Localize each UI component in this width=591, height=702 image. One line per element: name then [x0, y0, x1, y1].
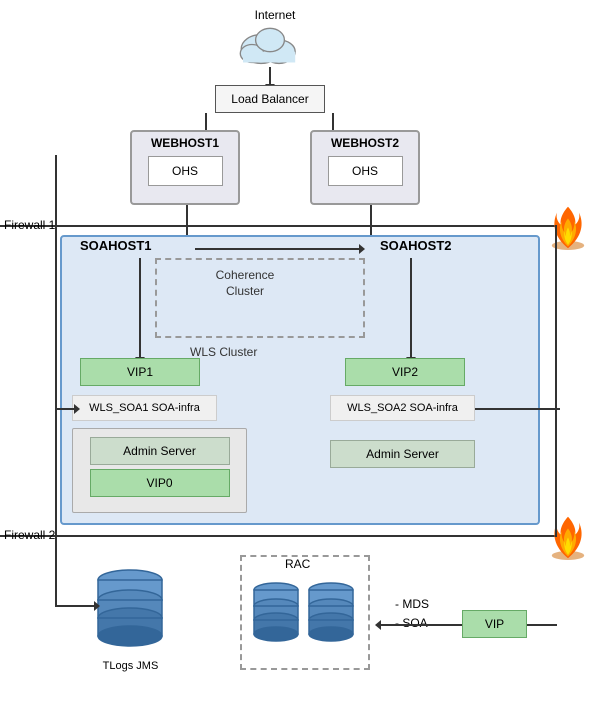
arrow-cloud-lb: [269, 67, 271, 85]
architecture-diagram: Internet Load Balancer WEBHOST1 OHS WEBH…: [0, 0, 591, 702]
rac-label: RAC: [285, 557, 310, 571]
line-left-wls-soa1: [55, 408, 75, 410]
line-left-tlogs-h: [55, 605, 95, 607]
right-border-line: [555, 225, 557, 537]
vip0-box: VIP0: [90, 469, 230, 497]
vip2-label: VIP2: [392, 365, 418, 379]
firewall2-label: Firewall 2: [4, 528, 55, 542]
admin-area-left: Admin Server VIP0: [72, 428, 247, 513]
ohs1-label: OHS: [172, 164, 198, 178]
webhost1-title: WEBHOST1: [132, 132, 238, 152]
ohs2-box: OHS: [328, 156, 403, 186]
firewall2-icon: [548, 515, 588, 560]
firewall2-line: [0, 535, 555, 537]
webhost2-title: WEBHOST2: [312, 132, 418, 152]
mds-label: - MDS: [395, 595, 429, 614]
wls-soa1-label: WLS_SOA1 SOA-infra: [89, 402, 200, 414]
webhost2-box: WEBHOST2 OHS: [310, 130, 420, 205]
cloud-icon: [230, 22, 310, 67]
firewall1-icon: [548, 205, 588, 250]
arrow-soa1-soa2: [195, 248, 360, 250]
vip1-label: VIP1: [127, 365, 153, 379]
ohs1-box: OHS: [148, 156, 223, 186]
line-left-tlogs-v: [55, 515, 57, 605]
line-right-vip: [527, 624, 557, 626]
tlogs-db-icon: [90, 565, 170, 655]
vip2-box: VIP2: [345, 358, 465, 386]
admin-server-right-label: Admin Server: [366, 447, 439, 461]
load-balancer-box: Load Balancer: [215, 85, 325, 113]
rac-db-icon: [246, 572, 366, 662]
firewall1-label: Firewall 1: [4, 218, 55, 232]
internet-label: Internet: [240, 8, 310, 22]
coherence-cluster-label: Coherence Cluster: [195, 268, 295, 299]
soahost2-label: SOAHOST2: [380, 238, 452, 253]
vip-bottom-label: VIP: [485, 617, 504, 631]
wls-soa2-box: WLS_SOA2 SOA-infra: [330, 395, 475, 421]
tlogs-jms-label: TLogs JMS: [88, 660, 173, 672]
admin-server-left-box: Admin Server: [90, 437, 230, 465]
arrow-vip-rac: [380, 624, 462, 626]
mds-soa-label: - MDS - SOA: [395, 595, 429, 633]
left-border-line: [55, 155, 57, 515]
firewall1-line: [0, 225, 555, 227]
arrow-soahost2-down: [410, 258, 412, 358]
webhost1-box: WEBHOST1 OHS: [130, 130, 240, 205]
wls-soa2-label: WLS_SOA2 SOA-infra: [347, 402, 458, 414]
vip0-label: VIP0: [146, 476, 172, 490]
load-balancer-label: Load Balancer: [231, 92, 308, 106]
line-wls-soa2-right: [475, 408, 560, 410]
arrow-soahost1-down: [139, 258, 141, 358]
wls-soa1-box: WLS_SOA1 SOA-infra: [72, 395, 217, 421]
soahost1-label: SOAHOST1: [80, 238, 152, 253]
ohs2-label: OHS: [352, 164, 378, 178]
admin-server-left-label: Admin Server: [123, 444, 196, 458]
vip1-box: VIP1: [80, 358, 200, 386]
admin-server-right-box: Admin Server: [330, 440, 475, 468]
vip-bottom-box: VIP: [462, 610, 527, 638]
wls-cluster-label: WLS Cluster: [190, 345, 257, 359]
